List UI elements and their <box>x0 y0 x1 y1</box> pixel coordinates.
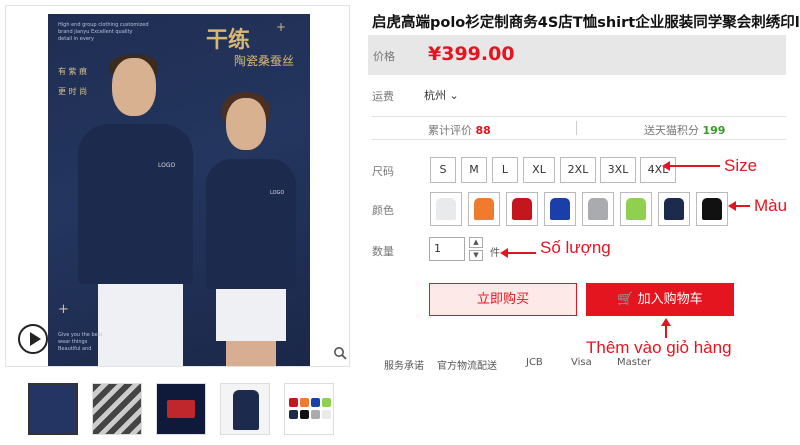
quantity-label: 数量 <box>372 245 394 258</box>
image-headline: 干练 <box>206 27 251 53</box>
price-label: 价格 <box>373 50 395 63</box>
size-option-xl[interactable]: XL <box>523 157 555 183</box>
size-option-s[interactable]: S <box>430 157 456 183</box>
size-option-3xl[interactable]: 3XL <box>600 157 636 183</box>
chevron-down-icon: ⌄ <box>446 89 459 102</box>
model-female-head <box>226 98 266 150</box>
service-visa: Visa <box>571 357 592 368</box>
annotation-color: Màu <box>754 196 788 215</box>
add-to-cart-button[interactable]: 🛒 加入购物车 <box>586 283 734 316</box>
size-option-m[interactable]: M <box>461 157 487 183</box>
reviews-stat[interactable]: 累计评价 88 <box>428 122 491 138</box>
plus-icon: + <box>58 302 69 317</box>
model-male-pants <box>98 284 183 366</box>
annotation-qty: Số lượng <box>540 238 611 257</box>
product-title: 启虎高端polo衫定制商务4S店T恤shirt企业服装同学聚会刺绣印logo <box>372 15 800 31</box>
shipping-label: 运费 <box>372 90 394 103</box>
service-label: 服务承诺 <box>384 361 424 372</box>
annotation-size: Size <box>724 156 758 175</box>
size-label: 尺码 <box>372 165 394 178</box>
arrow-size <box>662 161 720 171</box>
thumbnail-strip <box>28 383 338 438</box>
arrow-color <box>728 201 750 211</box>
arrow-qty <box>500 248 536 258</box>
size-option-l[interactable]: L <box>492 157 518 183</box>
price-box: 价格 ¥399.00 <box>368 35 786 75</box>
image-vertical-text-1: 有 紫 痕 <box>58 67 88 76</box>
color-swatch-white[interactable] <box>430 192 462 226</box>
stats-bar: 累计评价 88 送天猫积分 199 <box>372 116 786 140</box>
thumbnail-5[interactable] <box>284 383 334 435</box>
color-swatch-red[interactable] <box>506 192 538 226</box>
cart-icon: 🛒 <box>617 292 634 307</box>
points-stat: 送天猫积分 199 <box>644 124 726 137</box>
image-vertical-text-2: 更 时 尚 <box>58 87 88 96</box>
thumbnail-1[interactable] <box>28 383 78 435</box>
annotation-cart: Thêm vào giỏ hàng <box>586 338 732 357</box>
buy-now-button[interactable]: 立即购买 <box>429 283 577 316</box>
model-male-head <box>112 58 156 116</box>
plus-icon: + <box>276 20 287 34</box>
color-swatch-green[interactable] <box>620 192 652 226</box>
quantity-input[interactable]: 1 <box>429 237 465 261</box>
quantity-decrease-button[interactable]: ▼ <box>469 250 483 261</box>
play-video-icon[interactable] <box>18 324 48 354</box>
model-female-legs <box>226 339 276 366</box>
service-master: Master <box>617 357 652 368</box>
quantity-unit: 件 <box>490 248 500 259</box>
color-swatch-orange[interactable] <box>468 192 500 226</box>
shirt-logo-text: LOGO <box>158 162 176 169</box>
image-tagline: High end group clothing customized brand… <box>58 22 149 42</box>
model-female-shorts <box>216 289 286 341</box>
color-swatch-blue[interactable] <box>544 192 576 226</box>
service-jcb: JCB <box>526 357 543 368</box>
model-female-shirt <box>206 159 296 289</box>
size-option-2xl[interactable]: 2XL <box>560 157 596 183</box>
price-value: ¥399.00 <box>428 43 515 65</box>
thumbnail-4[interactable] <box>220 383 270 435</box>
image-bottom-text: Give you the best wear things Beautiful … <box>58 332 103 352</box>
model-male-shirt <box>78 124 193 284</box>
main-image-frame: High end group clothing customized brand… <box>5 5 350 367</box>
divider <box>576 121 577 135</box>
shirt-logo-text-2: LOGO <box>270 190 285 196</box>
service-logistics: 官方物流配送 <box>437 361 497 372</box>
arrow-cart <box>661 318 671 338</box>
thumbnail-3[interactable] <box>156 383 206 435</box>
shipping-location-dropdown[interactable]: 杭州 ⌄ <box>424 87 459 103</box>
image-subhead: 陶瓷桑蚕丝 <box>234 54 295 68</box>
product-page: High end group clothing customized brand… <box>0 0 800 445</box>
color-swatch-black[interactable] <box>696 192 728 226</box>
thumbnail-2[interactable] <box>92 383 142 435</box>
color-swatch-navy[interactable] <box>658 192 690 226</box>
color-label: 颜色 <box>372 204 394 217</box>
quantity-increase-button[interactable]: ▲ <box>469 237 483 248</box>
zoom-icon[interactable] <box>333 346 347 360</box>
product-main-image[interactable]: High end group clothing customized brand… <box>48 14 310 366</box>
color-swatch-gray[interactable] <box>582 192 614 226</box>
